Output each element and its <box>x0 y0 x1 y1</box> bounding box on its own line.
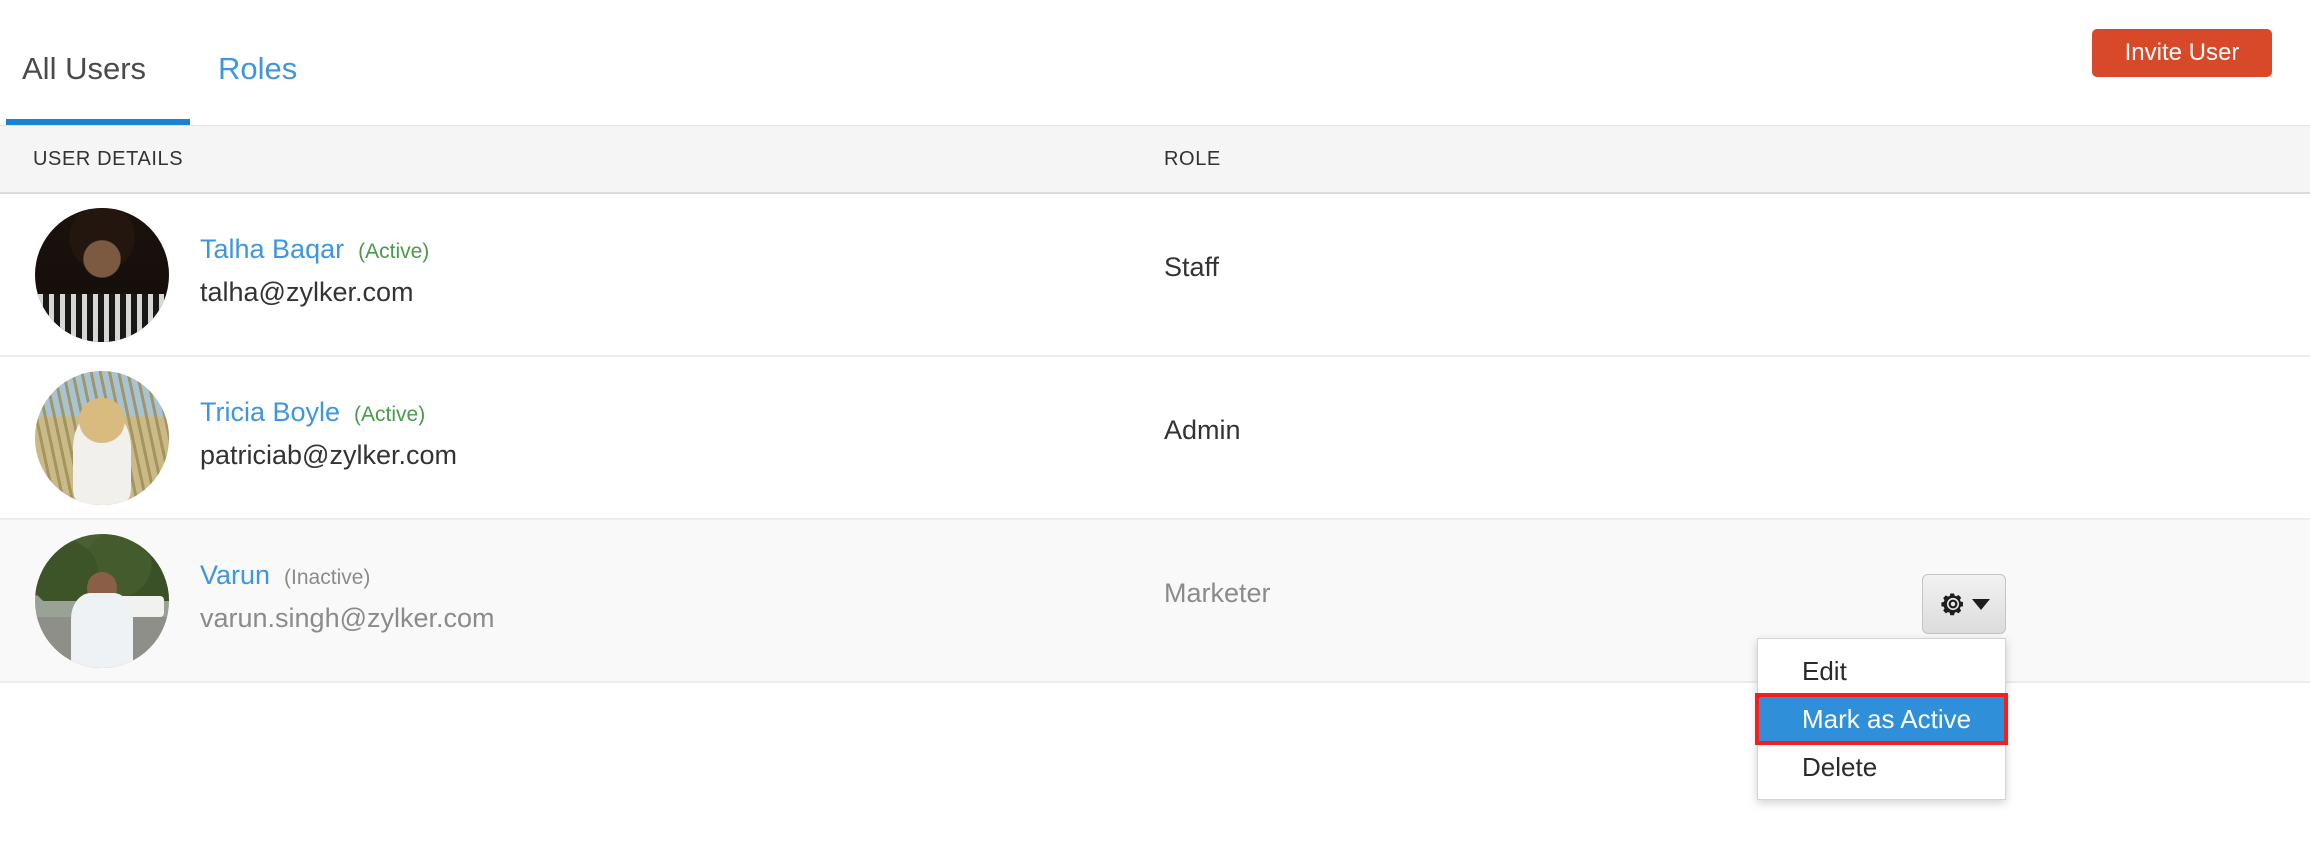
tab-roles-label: Roles <box>218 51 298 86</box>
menu-item-edit[interactable]: Edit <box>1758 647 2005 695</box>
table-header-row: USER DETAILS ROLE <box>0 125 2310 194</box>
avatar <box>35 534 169 668</box>
column-header-role: ROLE <box>1164 148 1221 170</box>
tab-list: All Users Roles <box>0 0 297 84</box>
user-details-cell: Tricia Boyle (Active) patriciab@zylker.co… <box>200 399 457 469</box>
user-details-cell: Varun (Inactive) varun.singh@zylker.com <box>200 562 495 632</box>
column-header-user-details: USER DETAILS <box>33 148 184 170</box>
user-name-line: Varun (Inactive) <box>200 562 495 589</box>
user-name-line: Talha Baqar (Active) <box>200 236 429 263</box>
menu-item-mark-as-active[interactable]: Mark as Active <box>1755 693 2008 745</box>
user-details-cell: Talha Baqar (Active) talha@zylker.com <box>200 236 429 306</box>
gear-icon <box>1939 590 1967 618</box>
user-role: Admin <box>1164 415 1241 445</box>
avatar <box>35 371 169 505</box>
invite-user-button[interactable]: Invite User <box>2092 29 2272 77</box>
tab-all-users[interactable]: All Users <box>22 53 146 84</box>
user-name-link[interactable]: Varun <box>200 560 270 590</box>
user-name-link[interactable]: Talha Baqar <box>200 234 344 264</box>
user-role: Staff <box>1164 252 1220 282</box>
status-badge: (Active) <box>354 403 426 426</box>
user-role: Marketer <box>1164 578 1271 608</box>
menu-item-delete[interactable]: Delete <box>1758 743 2005 791</box>
tab-roles[interactable]: Roles <box>218 53 297 84</box>
row-actions-button[interactable] <box>1922 574 2006 634</box>
user-name-line: Tricia Boyle (Active) <box>200 399 457 426</box>
user-email: patriciab@zylker.com <box>200 440 457 470</box>
user-email: talha@zylker.com <box>200 277 414 307</box>
user-email: varun.singh@zylker.com <box>200 603 495 633</box>
row-actions-menu: Edit Mark as Active Delete <box>1755 638 2008 800</box>
avatar <box>35 208 169 342</box>
chevron-down-icon <box>1971 598 1990 610</box>
status-badge: (Active) <box>358 240 430 263</box>
tab-all-users-label: All Users <box>22 51 147 86</box>
table-row[interactable]: Tricia Boyle (Active) patriciab@zylker.co… <box>0 357 2310 520</box>
user-name-link[interactable]: Tricia Boyle <box>200 397 340 427</box>
status-badge: (Inactive) <box>284 566 371 589</box>
tab-bar: All Users Roles <box>0 0 2310 125</box>
table-row[interactable]: Talha Baqar (Active) talha@zylker.com Sta… <box>0 194 2310 357</box>
